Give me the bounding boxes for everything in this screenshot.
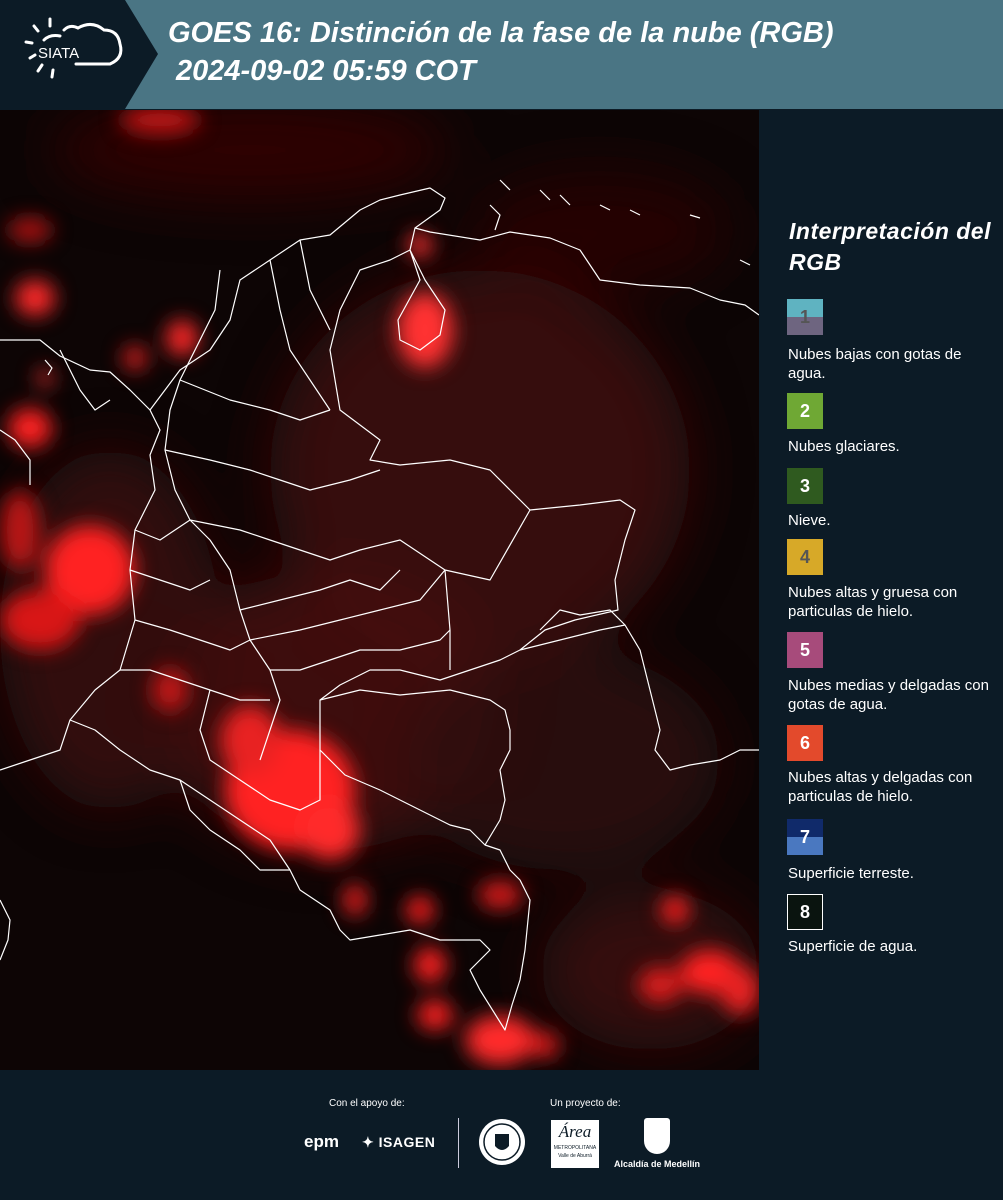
isagen-logo-text: ISAGEN	[378, 1134, 436, 1150]
legend-swatch-8: 8	[787, 894, 823, 930]
isagen-star-icon: ✦	[362, 1134, 375, 1150]
epm-logo-text: epm	[304, 1132, 339, 1151]
legend-swatch-4: 4	[787, 539, 823, 575]
legend-label-5: Nubes medias y delgadas con gotas de agu…	[788, 677, 989, 713]
header-bar: SIATA GOES 16: Distinción de la fase de …	[0, 0, 1003, 109]
title-line-2: 2024-09-02 05:59 COT	[176, 55, 476, 87]
satellite-image	[0, 110, 759, 1070]
legend-number-8: 8	[799, 901, 810, 922]
legend-swatch-3: 3	[787, 468, 823, 504]
legend-label-1: Nubes bajas con gotas de agua.	[788, 346, 962, 382]
page-title: GOES 16: Distinción de la fase de la nub…	[168, 14, 834, 90]
legend-number-1: 1	[799, 306, 810, 327]
legend-label-4: Nubes altas y gruesa con particulas de h…	[788, 584, 958, 620]
project-label: Un proyecto de:	[550, 1098, 621, 1109]
area-logo-line3: Valle de Aburrá	[558, 1153, 592, 1159]
legend-swatch-5: 5	[787, 632, 823, 668]
legend-panel: Interpretación del RGB 1 Nubes bajas con…	[760, 110, 1003, 1070]
alcaldia-shield-icon	[644, 1118, 670, 1154]
legend-number-7: 7	[799, 826, 810, 847]
epm-logo: epm	[304, 1132, 339, 1152]
svg-text:SIATA: SIATA	[38, 45, 79, 62]
area-metropolitana-logo: Área METROPOLITANA Valle de Aburrá	[551, 1120, 599, 1168]
legend-label-2: Nubes glaciares.	[788, 438, 900, 455]
legend-swatch-1: 1	[787, 299, 823, 335]
legend-swatch-2: 2	[787, 393, 823, 429]
area-logo-line2: METROPOLITANA	[553, 1145, 597, 1151]
legend-title: Interpretación del RGB	[789, 218, 991, 275]
title-line-1: GOES 16: Distinción de la fase de la nub…	[168, 17, 834, 49]
footer-divider	[458, 1118, 459, 1168]
legend-number-5: 5	[799, 639, 810, 660]
isagen-logo: ✦ ISAGEN	[362, 1134, 435, 1151]
footer: Con el apoyo de: Un proyecto de: epm ✦ I…	[0, 1070, 1003, 1200]
support-label: Con el apoyo de:	[329, 1098, 405, 1109]
legend-number-3: 3	[799, 475, 810, 496]
legend-label-8: Superficie de agua.	[788, 938, 918, 955]
legend-label-6: Nubes altas y delgadas con particulas de…	[788, 769, 973, 805]
legend-label-3: Nieve.	[788, 512, 831, 529]
area-logo-mark: Área	[558, 1122, 592, 1141]
siata-logo: SIATA	[0, 0, 160, 109]
alcaldia-label: Alcaldía de Medellín	[614, 1159, 701, 1169]
legend-swatch-7: 7	[787, 819, 823, 855]
legend-number-6: 6	[799, 732, 810, 753]
legend-number-2: 2	[799, 400, 810, 421]
legend-number-4: 4	[799, 546, 810, 567]
legend-label-7: Superficie terreste.	[788, 865, 914, 882]
seal-logo	[478, 1118, 526, 1166]
legend-swatch-6: 6	[787, 725, 823, 761]
